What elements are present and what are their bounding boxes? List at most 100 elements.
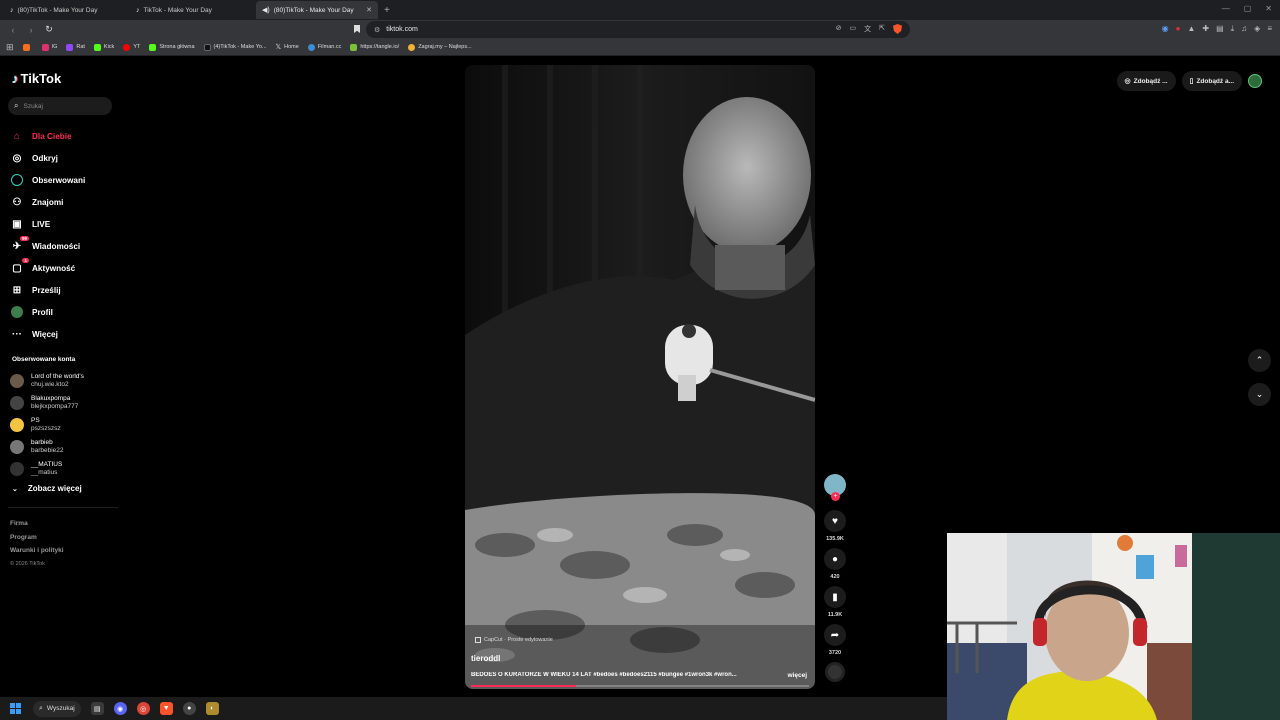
close-tab-icon[interactable]: ✕ [366,6,372,14]
account-name: barbieb [31,439,53,446]
translate-icon[interactable]: 文 [864,24,871,34]
bookmark-item[interactable]: Filman.cc [307,43,341,51]
video-progress-bar[interactable] [471,685,809,687]
nav-item-following[interactable]: Obserwowani [10,169,85,191]
chevron-down-icon: ⌄ [12,485,18,493]
save-count: 11.9K [827,612,843,618]
app-icon[interactable]: ◐ [205,702,219,715]
taskbar-search[interactable]: ⌕ Wyszukaj [33,700,81,717]
nav-item-for-you[interactable]: ⌂ Dla Ciebie [10,125,85,147]
bookmark-item[interactable]: https://tangle.io/ [350,43,399,51]
account-username: barbebie22 [31,447,64,454]
download-icon[interactable]: ⤓ [1231,24,1235,34]
footer-link[interactable]: Program [10,531,64,545]
record-extension-icon[interactable]: ● [1176,24,1181,34]
file-explorer-icon[interactable]: ▤ [90,702,104,715]
bookmark-item[interactable]: IG [41,43,57,51]
browser-tab[interactable]: ♪ (80)TikTok - Make Your Day [4,1,126,19]
search-input[interactable]: ⌕ Szukaj [8,97,112,115]
nav-item-more[interactable]: ··· Więcej [10,323,85,345]
close-window-icon[interactable]: ✕ [1265,4,1272,13]
apps-grid-icon[interactable]: ⊞ [6,42,14,53]
see-more-button[interactable]: ⌄ Zobacz więcej [12,484,82,493]
bookmark-item[interactable]: YT [123,43,140,51]
bookmark-item[interactable]: Rat [66,43,85,51]
followed-account[interactable]: PS pszszszsz [10,414,84,436]
audio-extension-icon[interactable]: ◉ [1162,24,1169,34]
get-coins-button[interactable]: ◎ Zdobądź ... [1116,71,1176,91]
nav-item-upload[interactable]: ⊞ Prześlij [10,279,85,301]
url-field[interactable]: ⚙ tiktok.com ⊘ ▭ 文 ⇱ [366,21,910,38]
like-count: 135.9K [826,536,844,542]
share-icon[interactable]: ⇱ [879,24,885,34]
menu-icon[interactable]: ≡ [1267,24,1272,34]
minimize-icon[interactable]: — [1222,4,1230,13]
sidebar-icon[interactable]: ▤ [1216,24,1224,34]
extension-icon[interactable]: ▲ [1187,24,1195,34]
followed-account[interactable]: Lord of the world's chuj.wie.kto2 [10,370,84,392]
nav-item-friends[interactable]: ⚇ Znajomi [10,191,85,213]
comment-action[interactable]: ● 420 [824,548,846,580]
obs-icon[interactable]: ● [182,702,196,715]
wallet-icon[interactable]: ◈ [1254,24,1260,34]
nav-item-explore[interactable]: ◎ Odkryj [10,147,85,169]
video-player[interactable]: CapCut · Proste edytowanie tieroddl BEDO… [465,65,815,689]
windows-start-icon[interactable] [10,703,21,714]
followed-account[interactable]: Blakuxpompa blejkxpompa777 [10,392,84,414]
tiktok-icon [203,43,211,51]
forward-icon[interactable]: › [26,25,36,35]
nav-item-live[interactable]: ▣ LIVE [10,213,85,235]
more-button[interactable]: więcej [787,672,807,679]
creator-avatar[interactable]: + [824,474,846,501]
maximize-icon[interactable]: ▢ [1244,4,1252,13]
search-icon: ⌕ [39,704,43,712]
browser-tab-active[interactable]: ◀) (80)TikTok - Make Your Day ✕ [256,1,378,19]
capcut-label[interactable]: CapCut · Proste edytowanie [475,637,553,643]
new-tab-button[interactable]: + [384,5,390,16]
followed-account[interactable]: barbieb barbebie22 [10,436,84,458]
brave-icon[interactable]: ▼ [159,702,173,715]
bookmark-item[interactable] [22,43,33,51]
bookmark-item[interactable]: 𝕏 Home [276,43,299,51]
nav-item-messages[interactable]: ✈ 99 Wiadomości [10,235,85,257]
save-action[interactable]: ▮ 11.9K [824,586,846,618]
bookmark-item[interactable]: Zagraj.my – Najleps... [408,43,472,51]
cast-icon[interactable]: ▭ [850,24,857,34]
video-frame [465,65,815,689]
nav-item-profile[interactable]: Profil [10,301,85,323]
next-video-button[interactable]: ⌄ [1248,383,1271,406]
bookmark-icon[interactable] [354,25,360,33]
bookmark-item[interactable]: Kick [93,43,114,51]
back-icon[interactable]: ‹ [8,25,18,35]
nav-label: Prześlij [32,285,61,295]
music-disc-icon[interactable] [825,662,845,682]
avatar [10,396,24,410]
nav-item-activity[interactable]: ▢ 1 Aktywność [10,257,85,279]
tangle-icon [350,43,358,51]
discord-icon[interactable]: ◉ [113,702,127,715]
browser-tab[interactable]: ♪ TikTok - Make Your Day [130,1,252,19]
previous-video-button[interactable]: ⌃ [1248,349,1271,372]
profile-avatar[interactable] [1248,74,1262,88]
footer-link[interactable]: Firma [10,517,64,531]
share-action[interactable]: ➦ 3720 [824,624,846,656]
followed-account[interactable]: __MATIUS __matius [10,458,84,480]
media-icon[interactable]: ♫ [1241,24,1247,34]
webcam-overlay [947,533,1280,720]
site-info-icon[interactable]: ⚙ [374,26,380,34]
tiktok-logo[interactable]: ♪ TikTok [12,71,61,86]
coin-icon: ◎ [1124,78,1131,85]
chrome-icon[interactable]: ◎ [136,702,150,715]
reload-icon[interactable]: ↻ [44,24,54,35]
bookmark-item[interactable]: Strona główna [149,43,195,51]
bookmark-item[interactable]: (4)TikTok - Make Yo... [203,43,267,51]
puzzle-icon[interactable]: ✚ [1202,24,1209,34]
mute-site-icon[interactable]: ⊘ [836,24,842,34]
video-author[interactable]: tieroddl [471,654,500,663]
get-app-button[interactable]: ▯ Zdobądź a... [1181,71,1242,91]
footer-link[interactable]: Warunki i polityki [10,544,64,558]
follow-plus-icon[interactable]: + [831,492,840,501]
tiktok-sidebar: ♪ TikTok ⌕ Szukaj ⌂ Dla Ciebie ◎ Odkryj … [0,57,120,697]
brave-shield-icon[interactable] [893,24,902,34]
like-action[interactable]: ♥ 135.9K [824,510,846,542]
